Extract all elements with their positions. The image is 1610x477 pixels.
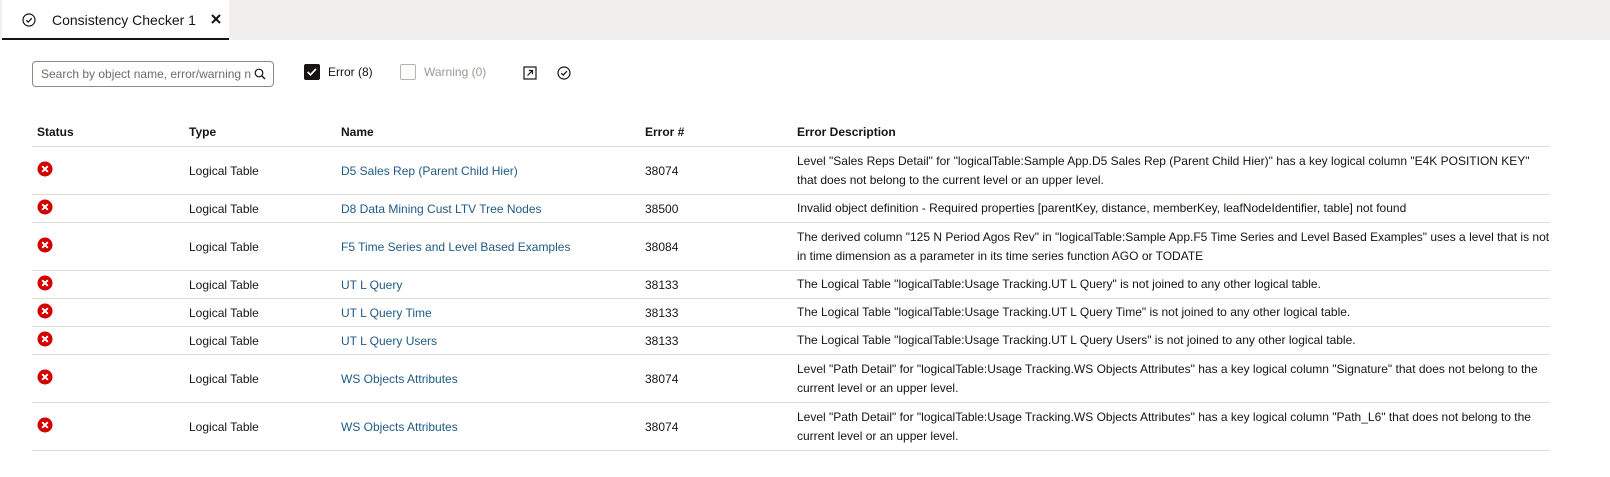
warning-filter-checkbox[interactable]: Warning (0): [400, 64, 486, 80]
table-row[interactable]: Logical Table UT L Query Users 38133 The…: [32, 327, 1550, 355]
row-type: Logical Table: [189, 164, 259, 178]
row-name-link[interactable]: WS Objects Attributes: [341, 420, 458, 434]
row-description: Level "Path Detail" for "logicalTable:Us…: [797, 410, 1531, 443]
results-table: Status Type Name Error # Error Descripti…: [32, 118, 1550, 451]
row-error-num: 38074: [645, 420, 679, 434]
row-name-link[interactable]: F5 Time Series and Level Based Examples: [341, 240, 570, 254]
row-type: Logical Table: [189, 306, 259, 320]
warning-filter-label: Warning (0): [424, 65, 487, 79]
row-type: Logical Table: [189, 420, 259, 434]
row-name-link[interactable]: D5 Sales Rep (Parent Child Hier): [341, 164, 518, 178]
row-error-num: 38133: [645, 334, 679, 348]
row-type: Logical Table: [189, 278, 259, 292]
table-row[interactable]: Logical Table UT L Query Time 38133 The …: [32, 299, 1550, 327]
row-description: The Logical Table "logicalTable:Usage Tr…: [797, 305, 1351, 319]
error-icon: [37, 161, 53, 177]
row-type: Logical Table: [189, 334, 259, 348]
row-error-num: 38133: [645, 278, 679, 292]
row-type: Logical Table: [189, 202, 259, 216]
row-description: Level "Sales Reps Detail" for "logicalTa…: [797, 154, 1530, 187]
row-description: The Logical Table "logicalTable:Usage Tr…: [797, 333, 1356, 347]
error-icon: [37, 417, 53, 433]
header-status[interactable]: Status: [37, 125, 74, 139]
row-error-num: 38133: [645, 306, 679, 320]
close-icon[interactable]: [209, 12, 223, 26]
row-name-link[interactable]: UT L Query Time: [341, 306, 432, 320]
tab-consistency-checker[interactable]: Consistency Checker 1: [2, 0, 229, 40]
error-icon: [37, 199, 53, 215]
checkmark-icon: [307, 68, 317, 77]
row-name-link[interactable]: WS Objects Attributes: [341, 372, 458, 386]
error-icon: [37, 237, 53, 253]
row-description: The derived column "125 N Period Agos Re…: [797, 230, 1550, 263]
header-error-num[interactable]: Error #: [645, 125, 684, 139]
row-error-num: 38074: [645, 372, 679, 386]
header-description[interactable]: Error Description: [797, 125, 896, 139]
error-icon: [37, 331, 53, 347]
row-error-num: 38500: [645, 202, 679, 216]
table-row[interactable]: Logical Table UT L Query 38133 The Logic…: [32, 271, 1550, 299]
header-name[interactable]: Name: [341, 125, 374, 139]
row-type: Logical Table: [189, 372, 259, 386]
table-row[interactable]: Logical Table D8 Data Mining Cust LTV Tr…: [32, 195, 1550, 223]
error-icon: [37, 275, 53, 291]
search-input[interactable]: [41, 62, 251, 86]
tab-label: Consistency Checker 1: [52, 12, 196, 28]
table-row[interactable]: Logical Table WS Objects Attributes 3807…: [32, 355, 1550, 403]
header-type[interactable]: Type: [189, 125, 216, 139]
error-icon: [37, 303, 53, 319]
row-name-link[interactable]: UT L Query Users: [341, 334, 437, 348]
row-name-link[interactable]: UT L Query: [341, 278, 402, 292]
error-icon: [37, 369, 53, 385]
error-filter-label: Error (8): [328, 65, 373, 79]
row-name-link[interactable]: D8 Data Mining Cust LTV Tree Nodes: [341, 202, 542, 216]
toolbar: Error (8) Warning (0): [0, 40, 1610, 110]
tab-bar: Consistency Checker 1: [0, 0, 1610, 40]
warning-checkbox-box[interactable]: [400, 64, 416, 80]
table-row[interactable]: Logical Table F5 Time Series and Level B…: [32, 223, 1550, 271]
row-error-num: 38084: [645, 240, 679, 254]
row-description: Level "Path Detail" for "logicalTable:Us…: [797, 362, 1538, 395]
row-type: Logical Table: [189, 240, 259, 254]
run-check-icon[interactable]: [557, 66, 571, 80]
row-error-num: 38074: [645, 164, 679, 178]
table-row[interactable]: Logical Table D5 Sales Rep (Parent Child…: [32, 147, 1550, 195]
table-row[interactable]: Logical Table WS Objects Attributes 3807…: [32, 403, 1550, 451]
row-description: Invalid object definition - Required pro…: [797, 201, 1407, 215]
table-header: Status Type Name Error # Error Descripti…: [32, 118, 1550, 147]
check-circle-icon: [22, 13, 36, 27]
row-description: The Logical Table "logicalTable:Usage Tr…: [797, 277, 1321, 291]
error-checkbox-box[interactable]: [304, 64, 320, 80]
export-icon[interactable]: [523, 66, 537, 80]
search-box[interactable]: [32, 61, 274, 87]
search-icon[interactable]: [254, 68, 266, 80]
error-filter-checkbox[interactable]: Error (8): [304, 64, 373, 80]
